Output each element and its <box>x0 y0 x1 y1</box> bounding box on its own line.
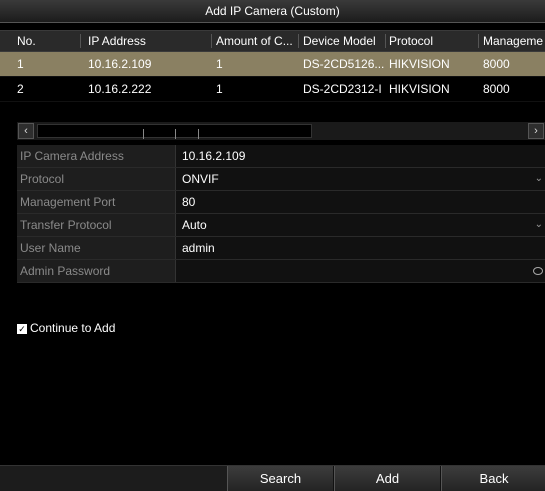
camera-table: No. IP Address Amount of C... Device Mod… <box>0 30 545 102</box>
cell-ip: 10.16.2.222 <box>88 82 152 96</box>
protocol-value: ONVIF <box>182 172 219 186</box>
continue-to-add-checkbox[interactable]: ✓ Continue to Add <box>17 320 115 336</box>
cell-model: DS-2CD2312-I <box>303 82 382 96</box>
header-no[interactable]: No. <box>17 31 77 51</box>
scroll-left-button[interactable]: ‹ <box>18 123 34 139</box>
management-port-input[interactable]: 80 <box>175 191 545 213</box>
add-button[interactable]: Add <box>334 466 441 491</box>
transfer-protocol-value: Auto <box>182 218 207 232</box>
cell-no: 2 <box>17 82 24 96</box>
back-button[interactable]: Back <box>441 466 545 491</box>
footer-bar: Search Add Back <box>0 465 545 491</box>
search-button[interactable]: Search <box>227 466 334 491</box>
ip-camera-address-row: IP Camera Address 10.16.2.109 <box>17 145 545 168</box>
table-row[interactable]: 2 10.16.2.222 1 DS-2CD2312-I HIKVISION 8… <box>0 77 545 102</box>
header-amount[interactable]: Amount of C... <box>216 31 296 51</box>
horizontal-scrollbar[interactable]: ‹ › <box>17 122 545 140</box>
cell-model: DS-2CD5126... <box>303 57 385 71</box>
header-management-port[interactable]: Manageme <box>483 31 545 51</box>
ip-camera-address-input[interactable]: 10.16.2.109 <box>175 145 545 167</box>
cell-amount: 1 <box>216 57 223 71</box>
cell-port: 8000 <box>483 57 510 71</box>
header-protocol[interactable]: Protocol <box>389 31 469 51</box>
cell-ip: 10.16.2.109 <box>88 57 152 71</box>
column-divider[interactable] <box>385 34 386 48</box>
column-divider[interactable] <box>478 34 479 48</box>
user-name-input[interactable]: admin <box>175 237 545 259</box>
check-icon[interactable]: ✓ <box>17 323 27 334</box>
table-row[interactable]: 1 10.16.2.109 1 DS-2CD5126... HIKVISION … <box>0 52 545 77</box>
window-title: Add IP Camera (Custom) <box>0 0 545 23</box>
eye-icon[interactable] <box>533 267 543 275</box>
column-divider[interactable] <box>298 34 299 48</box>
header-device-model[interactable]: Device Model <box>303 31 385 51</box>
column-divider[interactable] <box>211 34 212 48</box>
protocol-label: Protocol <box>17 168 175 190</box>
management-port-row: Management Port 80 <box>17 191 545 214</box>
protocol-row: Protocol ONVIF ⌄ <box>17 168 545 191</box>
cell-protocol: HIKVISION <box>389 57 450 71</box>
thumb-grip <box>143 129 144 139</box>
column-divider[interactable] <box>80 34 81 48</box>
chevron-down-icon[interactable]: ⌄ <box>535 168 543 190</box>
protocol-select[interactable]: ONVIF ⌄ <box>175 168 545 190</box>
transfer-protocol-select[interactable]: Auto ⌄ <box>175 214 545 236</box>
ip-camera-address-label: IP Camera Address <box>17 145 175 167</box>
table-header: No. IP Address Amount of C... Device Mod… <box>0 30 545 52</box>
transfer-protocol-row: Transfer Protocol Auto ⌄ <box>17 214 545 237</box>
continue-to-add-label: Continue to Add <box>30 321 116 335</box>
scroll-right-button[interactable]: › <box>528 123 544 139</box>
scrollbar-thumb[interactable] <box>37 124 312 139</box>
header-ip-address[interactable]: IP Address <box>88 31 208 51</box>
thumb-grip <box>175 129 176 139</box>
cell-no: 1 <box>17 57 24 71</box>
user-name-row: User Name admin <box>17 237 545 260</box>
user-name-label: User Name <box>17 237 175 259</box>
transfer-protocol-label: Transfer Protocol <box>17 214 175 236</box>
thumb-grip <box>198 129 199 139</box>
cell-amount: 1 <box>216 82 223 96</box>
cell-port: 8000 <box>483 82 510 96</box>
admin-password-input[interactable] <box>175 260 545 282</box>
admin-password-row: Admin Password <box>17 260 545 283</box>
management-port-label: Management Port <box>17 191 175 213</box>
admin-password-label: Admin Password <box>17 260 175 282</box>
cell-protocol: HIKVISION <box>389 82 450 96</box>
camera-settings-form: IP Camera Address 10.16.2.109 Protocol O… <box>17 145 545 283</box>
chevron-down-icon[interactable]: ⌄ <box>535 214 543 236</box>
